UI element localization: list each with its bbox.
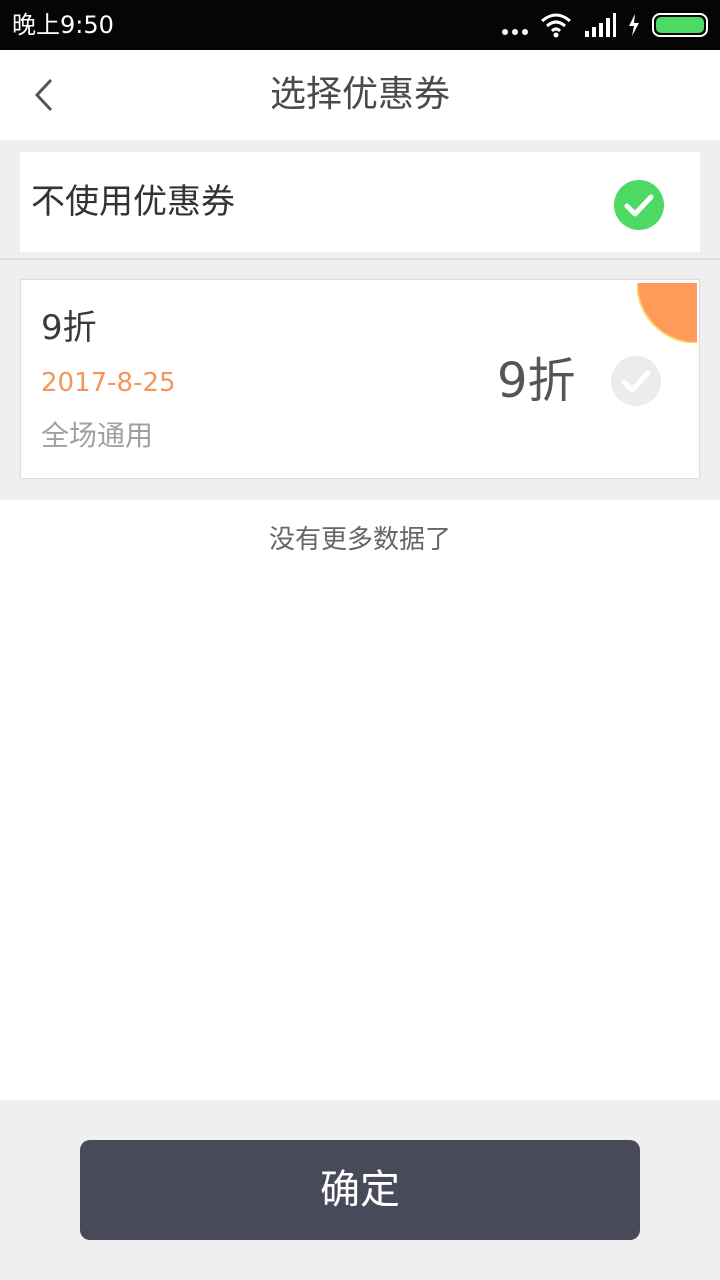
wifi-icon — [541, 13, 571, 38]
check-selected-icon — [614, 180, 664, 230]
divider — [0, 258, 720, 260]
status-time: 晚上9:50 — [12, 11, 114, 39]
battery-icon — [652, 13, 708, 37]
coupon-expiry-date: 2017-8-25 — [41, 368, 176, 398]
nav-bar: 选择优惠券 — [0, 50, 720, 140]
check-unselected-icon[interactable] — [611, 356, 661, 406]
charging-icon — [629, 14, 639, 36]
no-coupon-label: 不使用优惠券 — [31, 182, 235, 222]
coupon-name: 9折 — [41, 308, 97, 348]
coupon-card[interactable]: 9折 2017-8-25 全场通用 9折 — [20, 279, 700, 479]
confirm-button[interactable]: 确定 — [80, 1140, 640, 1240]
list-end-text: 没有更多数据了 — [268, 525, 451, 555]
bottom-bar: 确定 — [0, 1100, 720, 1280]
coupon-discount-value: 9折 — [497, 353, 576, 409]
status-bar: 晚上9:50 — [0, 0, 720, 50]
corner-badge-icon — [637, 283, 697, 343]
page-title: 选择优惠券 — [269, 74, 450, 115]
status-icons — [502, 10, 708, 40]
more-dots-icon — [502, 15, 528, 35]
coupon-scope: 全场通用 — [41, 419, 154, 452]
coupon-list-area: 不使用优惠券 9折 2017-8-25 全场通用 9折 — [0, 140, 720, 500]
signal-icon — [585, 13, 616, 37]
no-coupon-option[interactable]: 不使用优惠券 — [20, 152, 700, 252]
